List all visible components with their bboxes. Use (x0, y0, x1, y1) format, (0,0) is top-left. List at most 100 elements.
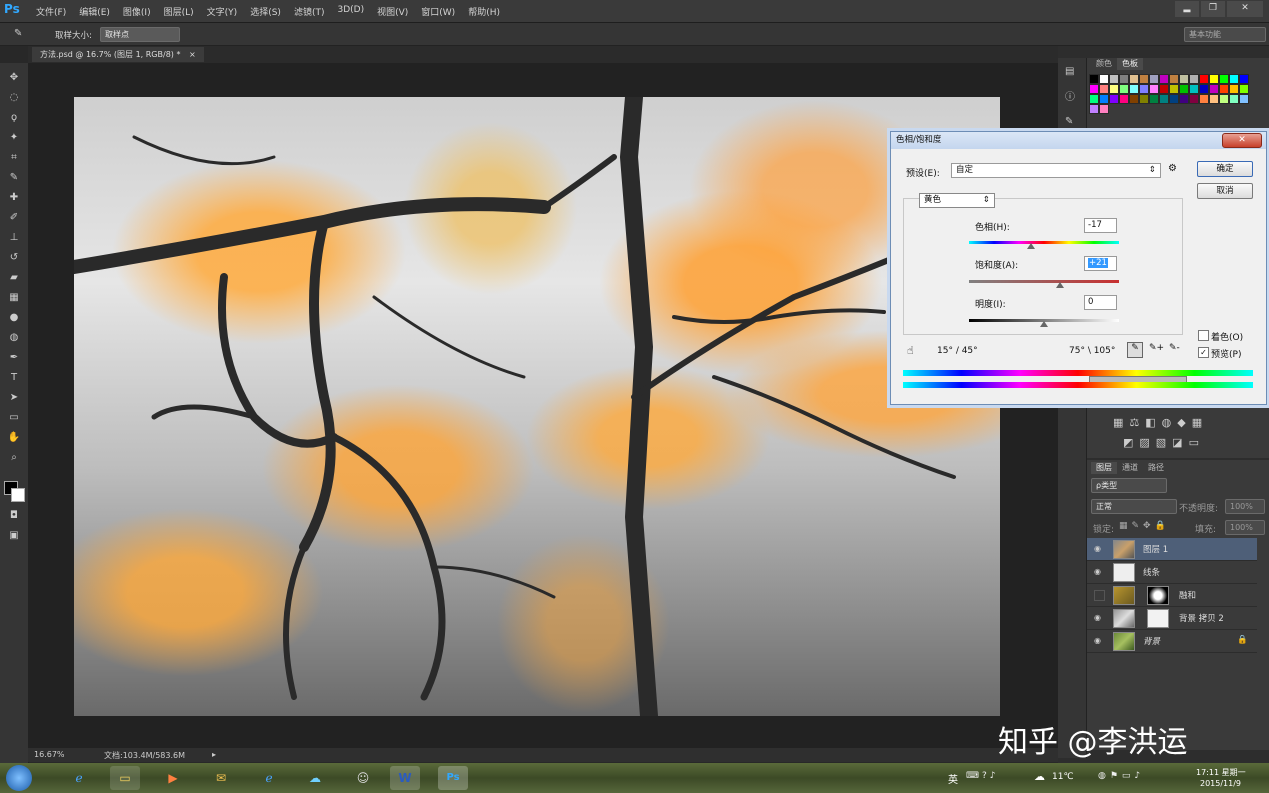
word-icon[interactable]: W (390, 766, 420, 790)
visibility-eye-icon[interactable]: ◉ (1094, 544, 1103, 553)
cancel-button[interactable]: 取消 (1197, 183, 1253, 199)
color-swatch[interactable] (1109, 74, 1119, 84)
saturation-input[interactable]: +21 (1084, 256, 1117, 271)
eyedropper-tool-icon[interactable]: ✎ (7, 171, 21, 185)
history-panel-icon[interactable]: ▤ (1065, 66, 1079, 80)
visibility-eye-icon[interactable]: ◉ (1094, 636, 1103, 645)
color-swatch[interactable] (1179, 84, 1189, 94)
menu-3d[interactable]: 3D(D) (337, 5, 364, 18)
menu-type[interactable]: 文字(Y) (207, 5, 238, 18)
quick-select-tool-icon[interactable]: ✦ (7, 131, 21, 145)
crop-tool-icon[interactable]: ⌗ (7, 151, 21, 165)
file-explorer-icon[interactable]: ▭ (110, 766, 140, 790)
color-swatch[interactable] (1189, 74, 1199, 84)
opacity-input[interactable]: 100% (1225, 499, 1265, 514)
layer-row[interactable]: 融和 (1087, 584, 1257, 607)
eyedropper-add-icon[interactable]: ✎+ (1149, 343, 1164, 353)
dialog-titlebar[interactable]: 色相/饱和度 ✕ (891, 132, 1266, 149)
color-swatch[interactable] (1189, 94, 1199, 104)
color-swatch[interactable] (1129, 74, 1139, 84)
hue-input[interactable]: -17 (1084, 218, 1117, 233)
color-swatch[interactable] (1109, 94, 1119, 104)
lightness-slider-knob[interactable] (1040, 321, 1048, 327)
document-image[interactable] (74, 97, 1000, 716)
saturation-slider-knob[interactable] (1056, 282, 1064, 288)
color-swatch[interactable] (1209, 94, 1219, 104)
clock-time[interactable]: 17:11 星期一 (1196, 767, 1246, 778)
color-swatch[interactable] (1169, 84, 1179, 94)
color-swatch[interactable] (1139, 94, 1149, 104)
history-brush-tool-icon[interactable]: ↺ (7, 251, 21, 265)
color-swatch[interactable] (1119, 74, 1129, 84)
clock-date[interactable]: 2015/11/9 (1200, 779, 1241, 788)
color-swatch[interactable] (1089, 74, 1099, 84)
color-swatch[interactable] (1149, 84, 1159, 94)
lasso-tool-icon[interactable]: ϙ (7, 111, 21, 125)
blend-mode-select[interactable]: 正常 (1091, 499, 1177, 514)
eraser-tool-icon[interactable]: ▰ (7, 271, 21, 285)
cloud-app-icon[interactable]: ☁ (300, 766, 330, 790)
color-swatch[interactable] (1199, 84, 1209, 94)
color-swatch[interactable] (1229, 94, 1239, 104)
color-swatch[interactable] (1099, 94, 1109, 104)
tab-paths[interactable]: 路径 (1143, 462, 1169, 474)
weather-icon[interactable]: ☁ (1034, 770, 1045, 783)
system-tray-icons[interactable]: ⌨?♪ (966, 771, 999, 781)
sample-size-select[interactable]: 取样点 (100, 27, 180, 42)
dialog-close-button[interactable]: ✕ (1222, 133, 1262, 148)
move-tool-icon[interactable]: ✥ (7, 71, 21, 85)
document-tab-close-icon[interactable]: × (189, 50, 196, 59)
menu-file[interactable]: 文件(F) (36, 5, 66, 18)
browser-icon[interactable]: ℯ (254, 766, 284, 790)
color-swatch[interactable] (1119, 94, 1129, 104)
dodge-tool-icon[interactable]: ◍ (7, 331, 21, 345)
color-swatch[interactable] (1179, 74, 1189, 84)
color-swatch[interactable] (1089, 84, 1099, 94)
blur-tool-icon[interactable]: ● (7, 311, 21, 325)
clone-stamp-tool-icon[interactable]: ⊥ (7, 231, 21, 245)
color-swatch[interactable] (1169, 74, 1179, 84)
brush-panel-icon[interactable]: ✎ (1065, 116, 1079, 130)
healing-brush-tool-icon[interactable]: ✚ (7, 191, 21, 205)
screen-mode-icon[interactable]: ▣ (7, 529, 21, 543)
visibility-eye-icon[interactable]: ◉ (1094, 567, 1103, 576)
color-swatch[interactable] (1199, 94, 1209, 104)
color-swatch[interactable] (1099, 104, 1109, 114)
eyedropper-tool-icon[interactable]: ✎ (14, 28, 26, 40)
gradient-tool-icon[interactable]: ▦ (7, 291, 21, 305)
layer-row[interactable]: ◉ 图层 1 (1087, 538, 1257, 561)
quick-mask-icon[interactable]: ◘ (7, 509, 21, 523)
color-swatch[interactable] (1219, 84, 1229, 94)
media-player-icon[interactable]: ▶ (158, 766, 188, 790)
hand-tool-icon[interactable]: ✋ (7, 431, 21, 445)
photoshop-taskbar-icon[interactable]: Ps (438, 766, 468, 790)
chat-app-icon[interactable]: ☺ (348, 766, 378, 790)
type-tool-icon[interactable]: T (7, 371, 21, 385)
tab-color[interactable]: 颜色 (1091, 58, 1117, 70)
menu-edit[interactable]: 编辑(E) (79, 5, 110, 18)
menu-select[interactable]: 选择(S) (250, 5, 281, 18)
adjustment-icons-row-2[interactable]: ◩▨▧◪▭ (1123, 436, 1205, 449)
color-swatch[interactable] (1239, 84, 1249, 94)
internet-explorer-icon[interactable]: ℯ (64, 766, 94, 790)
color-swatch[interactable] (1169, 94, 1179, 104)
targeted-adjust-hand-icon[interactable]: ☝ (907, 344, 914, 357)
hue-slider-knob[interactable] (1027, 243, 1035, 249)
lightness-input[interactable]: 0 (1084, 295, 1117, 310)
color-swatch[interactable] (1149, 74, 1159, 84)
lock-icons[interactable]: ▦✎✥🔒 (1119, 521, 1170, 531)
visibility-eye-icon[interactable]: ◉ (1094, 613, 1103, 622)
zoom-tool-icon[interactable]: ⌕ (7, 451, 21, 465)
color-swatch[interactable] (1189, 84, 1199, 94)
color-swatch[interactable] (1129, 84, 1139, 94)
workspace-select[interactable]: 基本功能 (1184, 27, 1266, 42)
ok-button[interactable]: 确定 (1197, 161, 1253, 177)
menu-window[interactable]: 窗口(W) (421, 5, 455, 18)
preset-select[interactable]: 自定 ⇕ (951, 163, 1161, 178)
saturation-slider-track[interactable] (969, 280, 1119, 283)
minimize-button[interactable]: ▂ (1175, 1, 1199, 17)
color-swatch[interactable] (1239, 94, 1249, 104)
color-swatch[interactable] (1109, 84, 1119, 94)
brush-tool-icon[interactable]: ✐ (7, 211, 21, 225)
layer-filter-select[interactable]: ρ类型 (1091, 478, 1167, 493)
